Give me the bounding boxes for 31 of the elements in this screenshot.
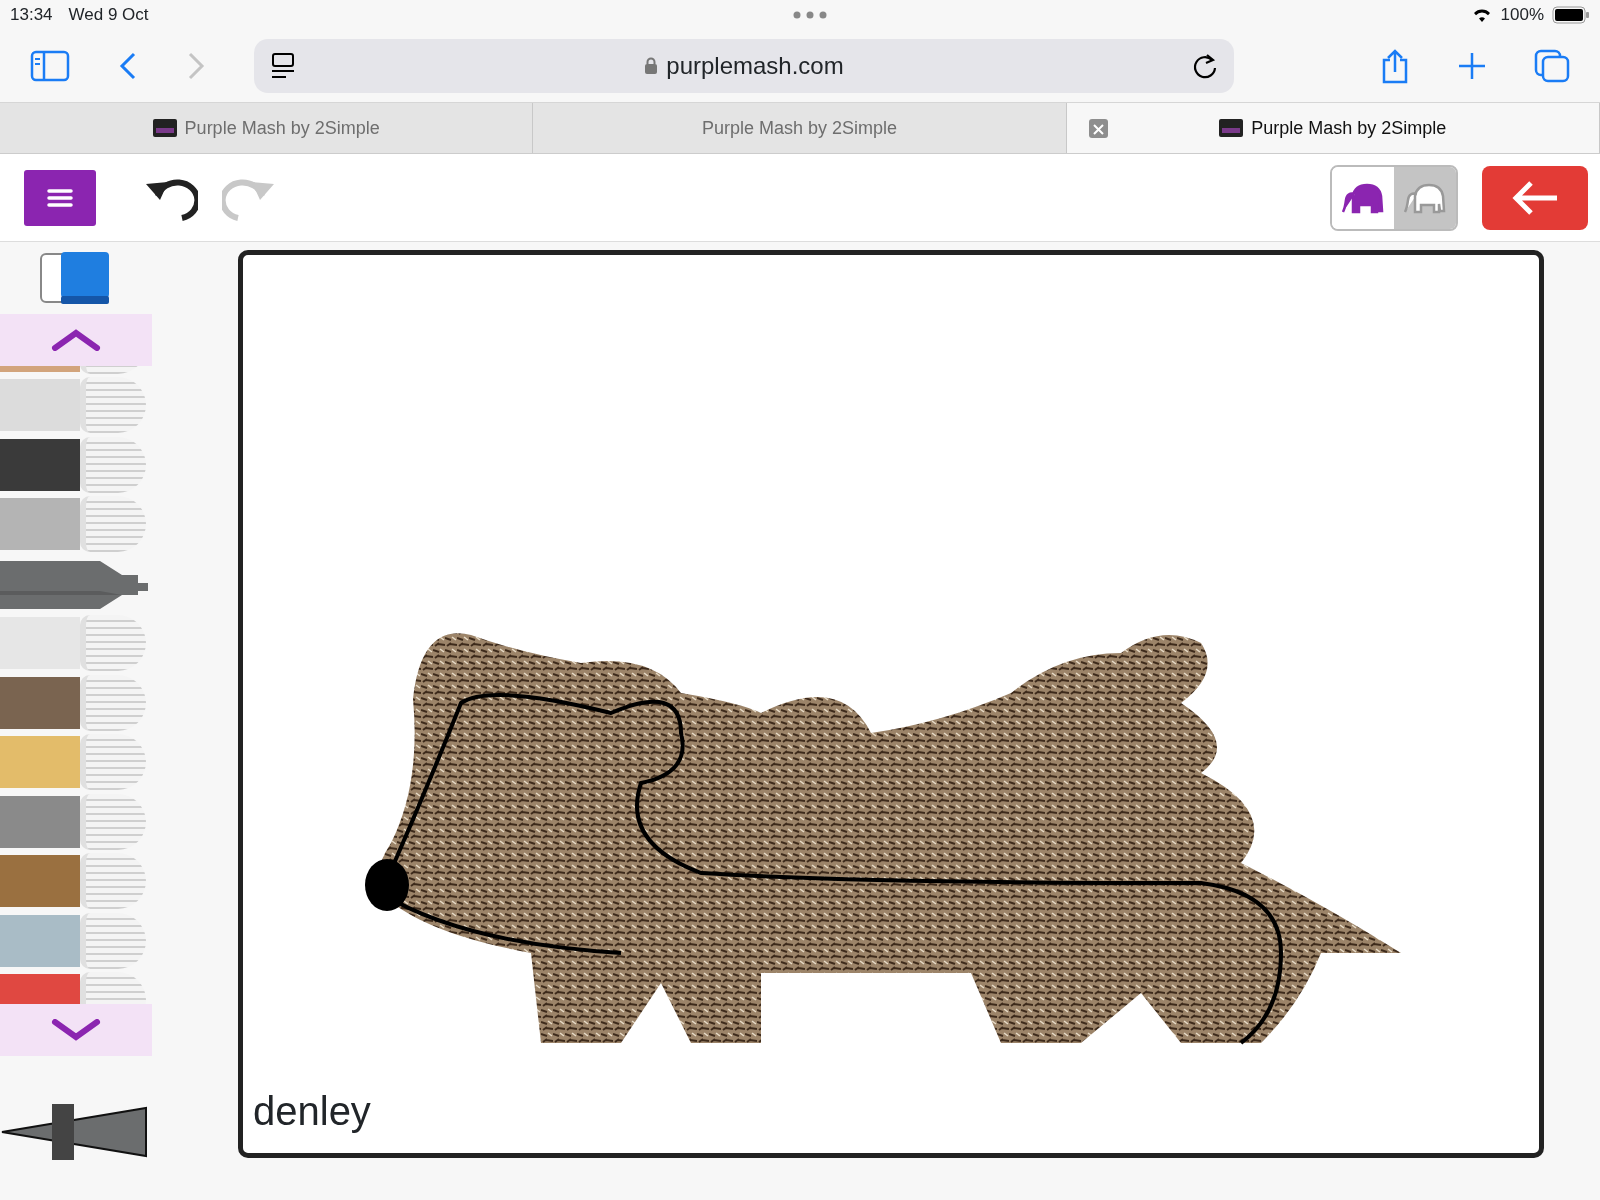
reload-icon[interactable] [1192, 52, 1218, 80]
chevron-down-icon[interactable] [51, 1019, 101, 1042]
share-icon[interactable] [1380, 48, 1410, 84]
scroll-down-button[interactable] [0, 1004, 152, 1057]
back-arrow-icon[interactable] [1511, 179, 1559, 216]
lock-icon [644, 57, 659, 75]
status-date: Wed 9 Oct [68, 4, 149, 27]
drawing-canvas[interactable]: denley [238, 250, 1544, 1158]
menu-button[interactable] [24, 169, 96, 226]
url-text: purplemash.com [666, 51, 844, 81]
back-button[interactable] [1482, 165, 1588, 230]
sidebar-icon[interactable] [30, 50, 70, 82]
new-tab-icon[interactable] [1458, 52, 1486, 80]
tabs-icon[interactable] [1534, 49, 1570, 83]
status-time: 13:34 [10, 4, 53, 27]
browser-tab[interactable]: Purple Mash by 2Simple [0, 103, 534, 153]
browser-tab[interactable]: Purple Mash by 2Simple [1066, 103, 1600, 153]
brush-size-slider[interactable] [0, 1104, 150, 1158]
mode-toggle[interactable] [1394, 166, 1456, 229]
address-bar[interactable]: purplemash.com [254, 39, 1234, 93]
back-icon[interactable] [118, 51, 138, 81]
browser-tab[interactable]: Purple Mash by 2Simple [533, 103, 1067, 153]
close-tab-icon[interactable] [1088, 119, 1108, 138]
multitasking-dots-icon[interactable] [792, 11, 827, 19]
chevron-up-icon[interactable] [51, 328, 101, 351]
menu-icon[interactable] [47, 187, 73, 208]
reader-icon [270, 52, 296, 80]
battery-icon [1552, 6, 1590, 24]
scroll-up-button[interactable] [0, 314, 152, 366]
canvas-caption: denley [253, 1088, 371, 1135]
battery-percentage: 100% [1500, 4, 1544, 27]
